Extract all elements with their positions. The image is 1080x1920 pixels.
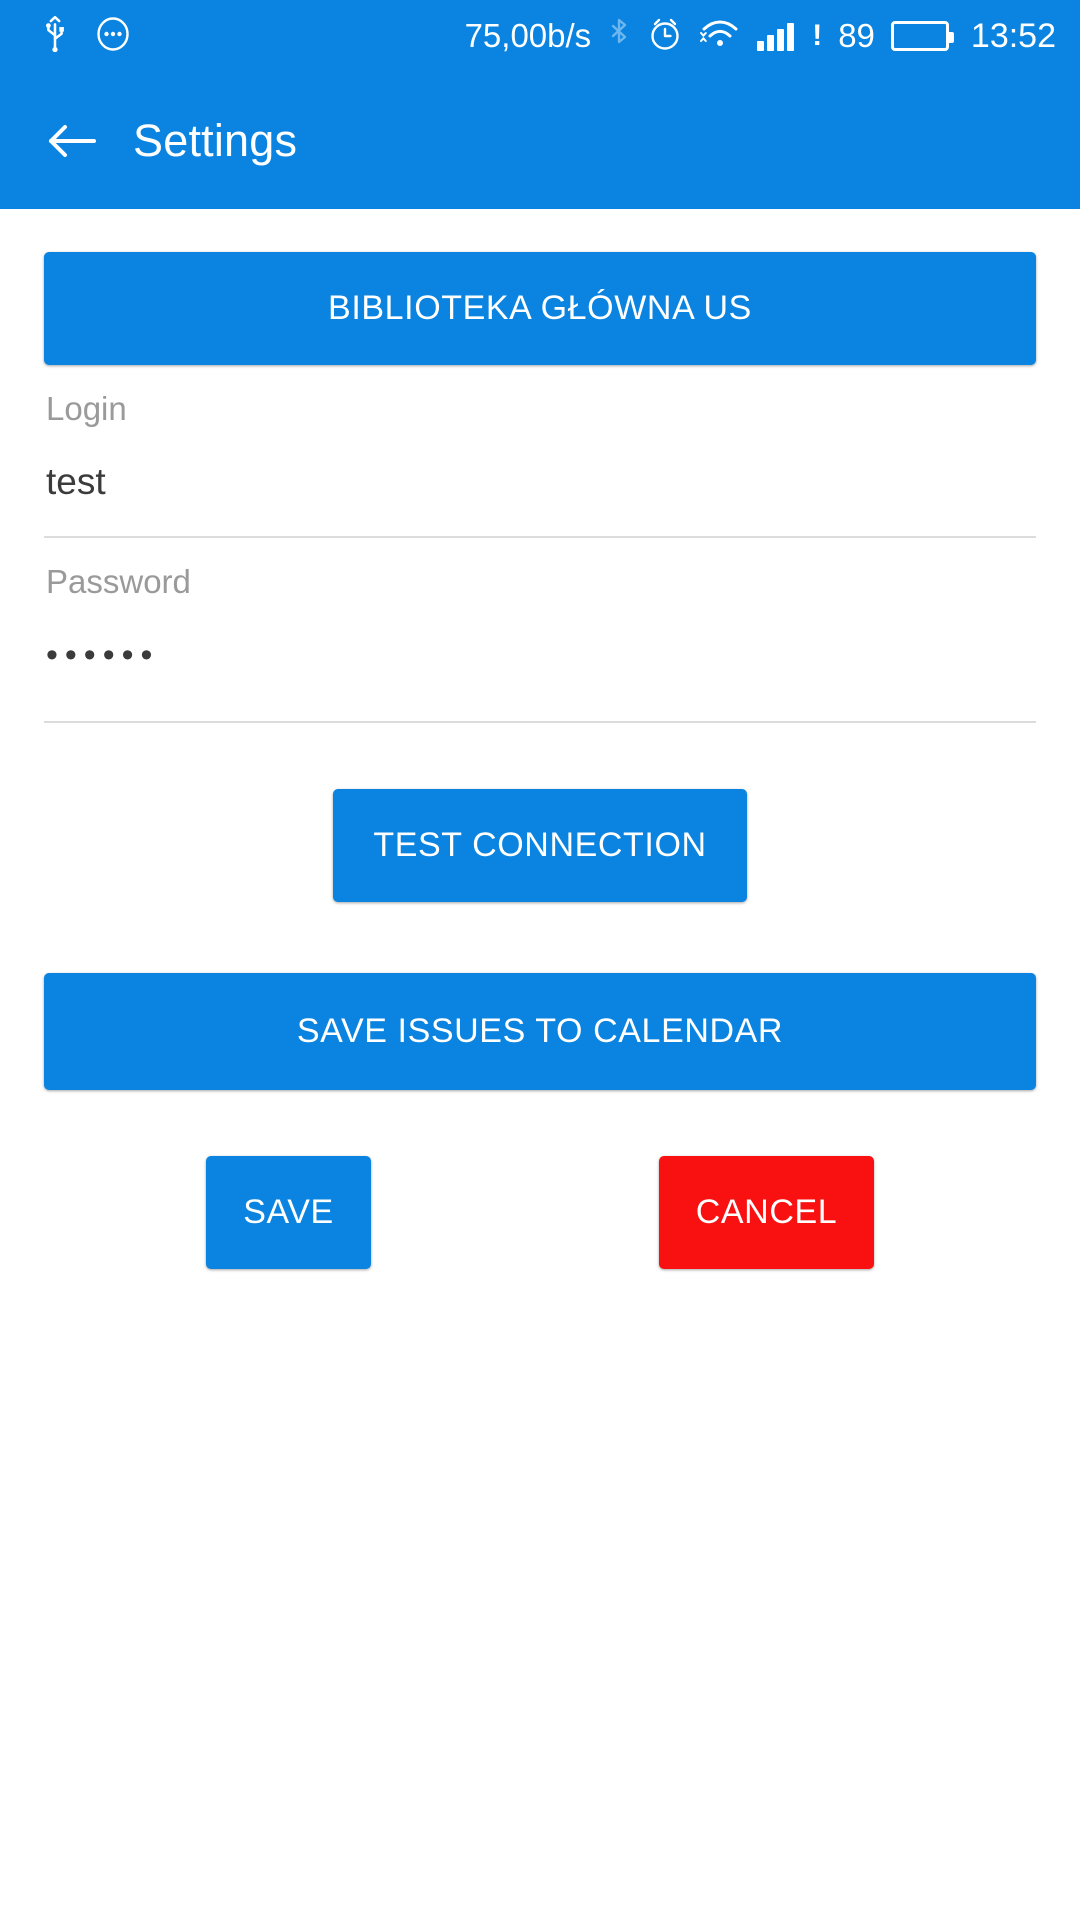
wifi-icon bbox=[699, 17, 741, 56]
password-label: Password bbox=[46, 563, 191, 600]
cancel-button[interactable]: CANCEL bbox=[659, 1156, 874, 1269]
more-circle-icon bbox=[96, 16, 130, 56]
status-bar: 75,00b/s ! 89 13:52 bbox=[0, 0, 1080, 72]
usb-icon bbox=[40, 15, 70, 57]
save-button[interactable]: SAVE bbox=[206, 1156, 371, 1269]
settings-content: BIBLIOTEKA GŁÓWNA US Login test Password… bbox=[0, 209, 1080, 1920]
password-underline bbox=[44, 721, 1036, 723]
login-field-group: Login test bbox=[44, 387, 1036, 538]
battery-percent-text: 89 bbox=[838, 17, 875, 54]
battery-icon bbox=[890, 21, 954, 51]
alarm-clock-icon bbox=[647, 16, 683, 57]
status-bar-right: 75,00b/s ! 89 13:52 bbox=[465, 16, 1056, 57]
test-connection-row: TEST CONNECTION bbox=[44, 789, 1036, 902]
library-select-button[interactable]: BIBLIOTEKA GŁÓWNA US bbox=[44, 252, 1036, 365]
test-connection-button[interactable]: TEST CONNECTION bbox=[333, 789, 747, 902]
app-bar: Settings bbox=[0, 72, 1080, 209]
app-screen: 75,00b/s ! 89 13:52 Settings BIBLIOTEKA … bbox=[0, 0, 1080, 1920]
page-title: Settings bbox=[133, 114, 298, 166]
status-bar-clock: 13:52 bbox=[970, 16, 1056, 55]
back-arrow-icon[interactable] bbox=[44, 113, 100, 169]
login-label: Login bbox=[46, 390, 127, 427]
password-field-group: Password •••••• bbox=[44, 560, 1036, 723]
bluetooth-icon bbox=[607, 16, 631, 57]
action-buttons-row: SAVE CANCEL bbox=[44, 1156, 1036, 1269]
login-input[interactable]: test bbox=[44, 456, 1036, 508]
cellular-signal-icon bbox=[757, 21, 795, 51]
network-speed-text: 75,00b/s bbox=[464, 17, 592, 54]
status-bar-left bbox=[40, 15, 130, 57]
login-underline bbox=[44, 536, 1036, 538]
signal-warning-text: ! bbox=[812, 19, 823, 52]
save-issues-to-calendar-button[interactable]: SAVE ISSUES TO CALENDAR bbox=[44, 973, 1036, 1090]
password-input[interactable]: •••••• bbox=[44, 629, 1036, 681]
